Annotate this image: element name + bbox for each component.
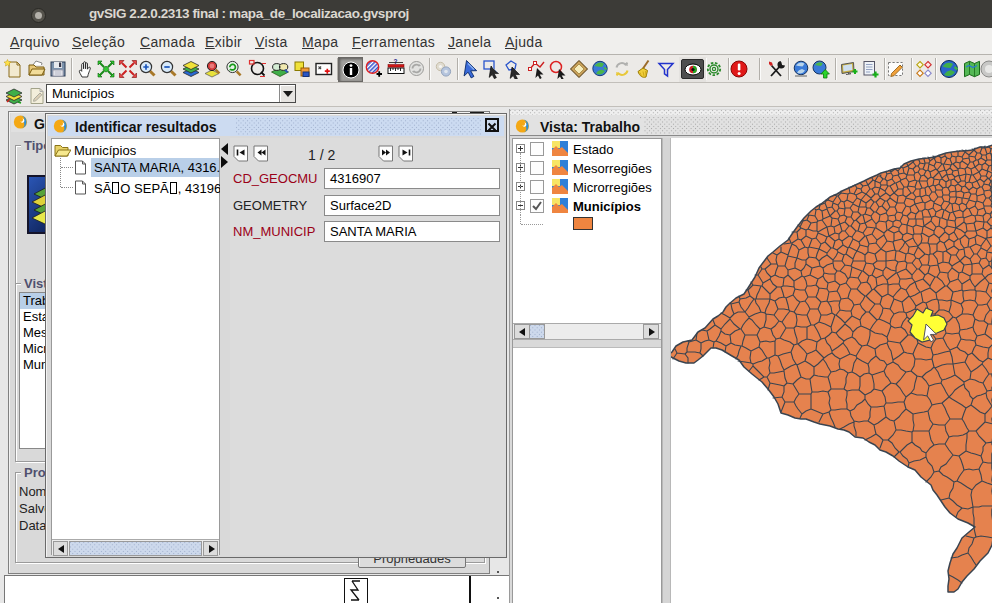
svg-text:?: ? bbox=[394, 59, 398, 65]
